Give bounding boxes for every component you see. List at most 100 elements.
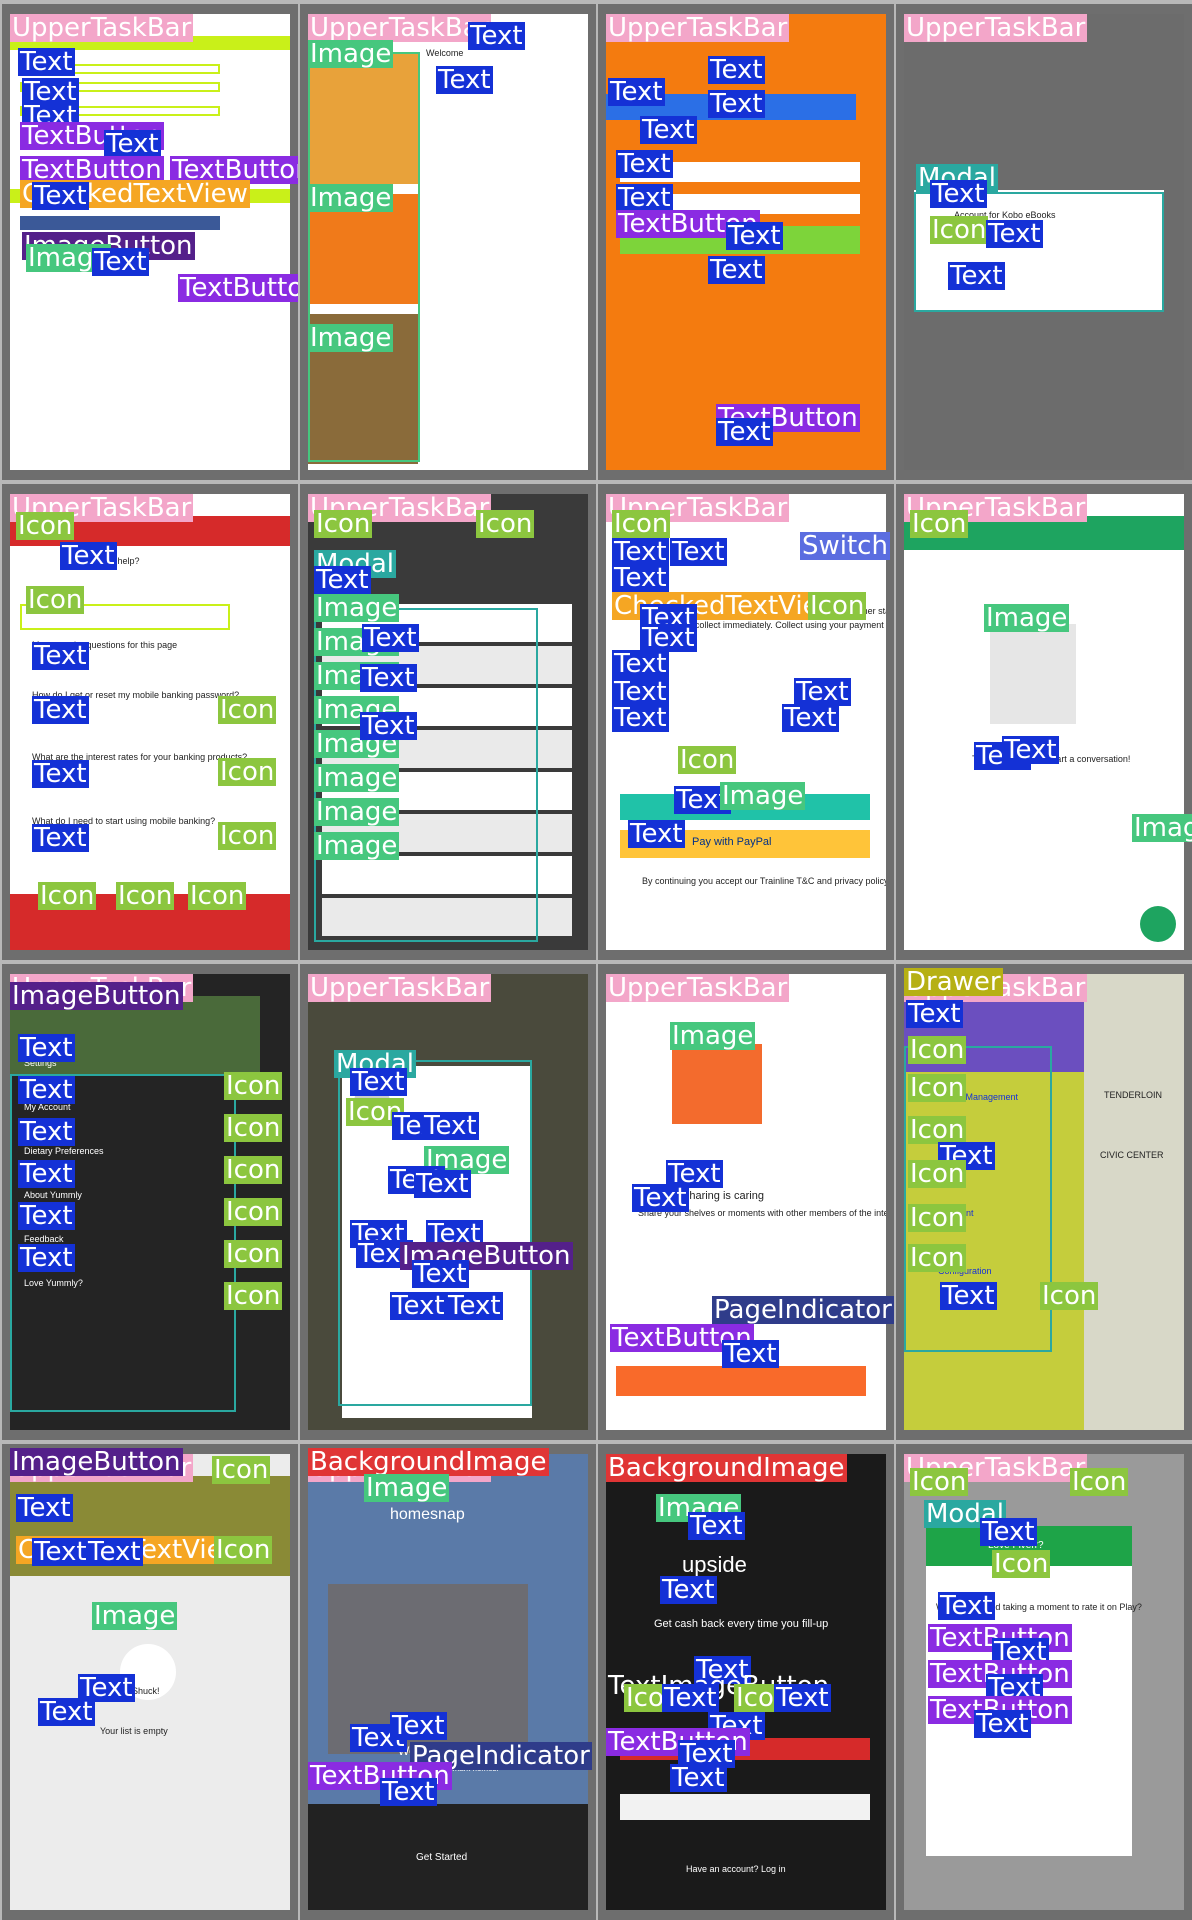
label-image: Image bbox=[314, 832, 400, 860]
screen-cell-4: Account for Kobo eBooks UpperTaskBar Modal… bbox=[896, 4, 1192, 480]
label-text: Text bbox=[938, 1592, 995, 1620]
label-image: Image bbox=[92, 1602, 178, 1630]
label-textbtn: TextButton bbox=[178, 274, 298, 302]
terms-text: By continuing you accept our Trainline T… bbox=[642, 876, 886, 886]
label-text: Text bbox=[86, 1538, 143, 1566]
screen-cell-5: HelpHow can we help?Most popular questio… bbox=[2, 484, 298, 960]
label-text: Text bbox=[632, 1184, 689, 1212]
screen-cell-6: UpperTaskBar Icon Icon Modal Text Image Image I… bbox=[300, 484, 596, 960]
screen-cell-10: UpperTaskBar Modal Text Icon Text Text Image Te… bbox=[300, 964, 596, 1440]
screen-cell-7: If you have a ticket machine, you can co… bbox=[598, 484, 894, 960]
list-row-7[interactable] bbox=[322, 898, 572, 936]
label-imgbtn: ImageButton bbox=[10, 982, 183, 1010]
label-icon: Icon bbox=[224, 1114, 283, 1142]
label-icon: Icon bbox=[808, 592, 867, 620]
label-text: Text bbox=[360, 664, 417, 692]
label-icon: Icon bbox=[908, 1160, 967, 1188]
label-text: Text bbox=[716, 418, 773, 446]
label-icon: Icon bbox=[908, 1036, 967, 1064]
screen-cell-2: Welcome UpperTaskBar Text Image Text Image Ima… bbox=[300, 4, 596, 480]
label-text: Text bbox=[92, 248, 149, 276]
screen-cell-16: Love Fiverr?Would you mind taking a mome… bbox=[896, 1444, 1192, 1920]
label-text: Text bbox=[612, 678, 669, 706]
label-text: Text bbox=[612, 538, 669, 566]
label-text: Text bbox=[616, 150, 673, 178]
label-icon: Icon bbox=[214, 1536, 273, 1564]
label-text: Text bbox=[38, 1698, 95, 1726]
label-text: Text bbox=[726, 222, 783, 250]
label-text: Text bbox=[660, 1576, 717, 1604]
label-text: Text bbox=[32, 696, 89, 724]
label-text: Text bbox=[980, 1518, 1037, 1546]
label-text: Text bbox=[608, 78, 665, 106]
label-text: Text bbox=[314, 566, 371, 594]
label-icon: Icon bbox=[218, 822, 277, 850]
menu-item-4: Feedback bbox=[24, 1234, 64, 1244]
label-text: Text bbox=[18, 1034, 75, 1062]
label-icon: Icon bbox=[38, 882, 97, 910]
label-icon: Icon bbox=[612, 510, 671, 538]
screen-cell-15: upside Get cash back every time you fill-… bbox=[598, 1444, 894, 1920]
label-upper: UpperTaskBar bbox=[606, 974, 790, 1002]
label-text: Text bbox=[422, 1112, 479, 1140]
menu-item-2: Dietary Preferences bbox=[24, 1146, 104, 1156]
label-text: Text bbox=[670, 1764, 727, 1792]
label-image: Image bbox=[984, 604, 1070, 632]
label-icon: Icon bbox=[476, 510, 535, 538]
label-text: Text bbox=[670, 538, 727, 566]
continue-button[interactable] bbox=[616, 1366, 866, 1396]
label-image: Image bbox=[314, 764, 400, 792]
facebook-login-button[interactable] bbox=[20, 216, 220, 230]
label-image: Image bbox=[720, 782, 806, 810]
book-image bbox=[672, 1044, 762, 1124]
label-text: Text bbox=[380, 1778, 437, 1806]
label-drawer: Drawer bbox=[904, 968, 1003, 996]
label-text: Text bbox=[18, 48, 75, 76]
label-imgbtn: ImageButton bbox=[10, 1448, 183, 1476]
illustration bbox=[990, 624, 1076, 724]
label-text: Text bbox=[468, 22, 525, 50]
label-text: Text bbox=[640, 624, 697, 652]
label-text: Text bbox=[16, 1494, 73, 1522]
label-icon: Icon bbox=[212, 1456, 271, 1484]
soup-image bbox=[308, 54, 418, 184]
label-text: Text bbox=[104, 130, 161, 158]
label-text: Text bbox=[688, 1512, 745, 1540]
label-text: Text bbox=[32, 642, 89, 670]
label-text: Text bbox=[32, 760, 89, 788]
label-upper: UpperTaskBar bbox=[10, 14, 194, 42]
screen-13: Shopping ListShuck!Your list is empty bbox=[10, 1454, 290, 1910]
label-text: Text bbox=[362, 624, 419, 652]
label-text: Text bbox=[930, 180, 987, 208]
screen-14: homesnapWelcomeSign in to browse and boo… bbox=[308, 1454, 588, 1910]
label-text: Text bbox=[708, 256, 765, 284]
label-text: Text bbox=[446, 1292, 503, 1320]
get-started: Get Started bbox=[416, 1852, 468, 1863]
add-fab[interactable] bbox=[1140, 906, 1176, 942]
label-text: Text bbox=[60, 542, 117, 570]
label-icon: Icon bbox=[910, 510, 969, 538]
brand-logo: homesnap bbox=[390, 1506, 465, 1523]
label-image: Image bbox=[670, 1022, 756, 1050]
screen-cell-9: Settings My Account Dietary Preferences Abo… bbox=[2, 964, 298, 1440]
label-text: Text bbox=[412, 1260, 469, 1288]
label-text: Text bbox=[708, 56, 765, 84]
label-bg: BackgroundImage bbox=[308, 1448, 549, 1476]
empty-list: Your list is empty bbox=[100, 1726, 168, 1736]
sharing-title: Sharing is caring bbox=[682, 1190, 764, 1202]
label-text: Text bbox=[662, 1684, 719, 1712]
label-image: Image bbox=[364, 1474, 450, 1502]
label-text: Text bbox=[18, 1244, 75, 1272]
label-text: Text bbox=[390, 1292, 447, 1320]
label-text: Text bbox=[940, 1282, 997, 1310]
label-text: Text bbox=[722, 1340, 779, 1368]
upside-logo: upside bbox=[682, 1552, 747, 1577]
label-icon: Icon bbox=[224, 1072, 283, 1100]
list-row-6[interactable] bbox=[322, 856, 572, 894]
signup-field[interactable] bbox=[620, 1794, 870, 1820]
label-text: Text bbox=[774, 1684, 831, 1712]
paypal-label: Pay with PayPal bbox=[692, 836, 772, 848]
label-icon: Icon bbox=[314, 510, 373, 538]
label-upper: UpperTaskBar bbox=[308, 974, 492, 1002]
label-text: Text bbox=[708, 90, 765, 118]
